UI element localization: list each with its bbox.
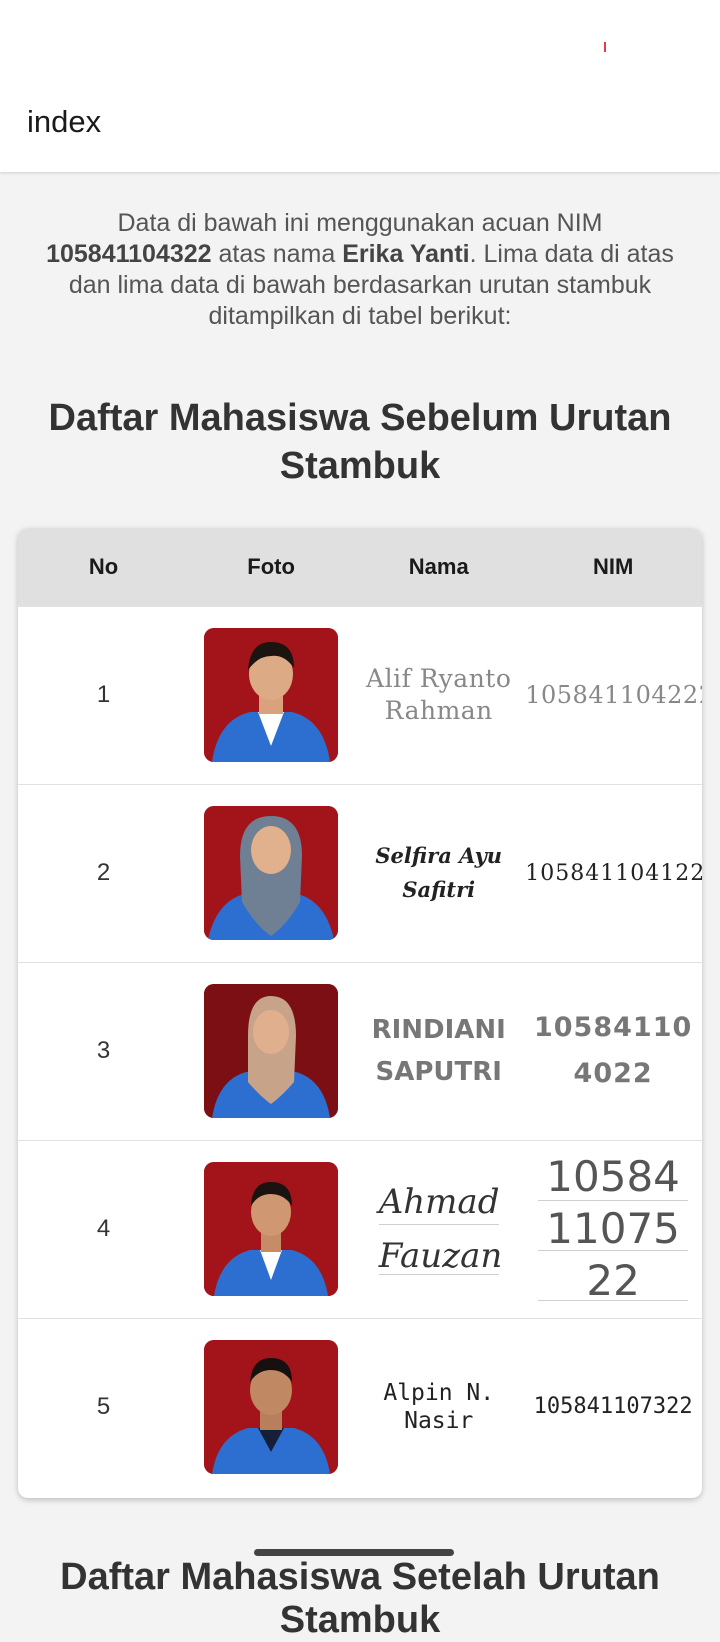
photo-cell: [189, 1140, 353, 1318]
student-nim: 105841107322: [533, 1394, 693, 1420]
intro-name: Erika Yanti: [342, 240, 470, 268]
section-title: Daftar Mahasiswa Sebelum Urutan Stambuk: [48, 397, 672, 487]
person-photo-icon: [204, 628, 339, 762]
student-name: Rindiani Saputri: [371, 1015, 506, 1087]
student-name: Ahmad Fauzan: [353, 1140, 524, 1318]
header-nim: NIM: [592, 553, 634, 579]
person-photo-icon: [204, 806, 339, 940]
student-name: Selfira Ayu Safitri: [375, 843, 503, 902]
intro-nim: 105841104322: [46, 240, 212, 268]
row-number: 1: [96, 681, 111, 708]
student-name: Alif Ryanto Rahman: [366, 664, 512, 725]
row-number: 2: [96, 859, 111, 886]
student-table: No Foto Nama NIM 1 Alif Ryanto Rahman 10…: [18, 528, 702, 1496]
intro-text-1: Data di bawah ini menggunakan acuan NIM: [117, 209, 603, 237]
next-section-title: Daftar Mahasiswa Setelah Urutan Stambuk: [60, 1556, 660, 1641]
row-number: 4: [96, 1215, 111, 1242]
home-indicator[interactable]: [254, 1549, 454, 1556]
app-bar: index: [0, 0, 720, 172]
photo-cell: [189, 784, 353, 962]
student-nim-text: 105841107522: [538, 1151, 689, 1307]
photo-cell: [189, 606, 353, 784]
row-number: 3: [96, 1037, 111, 1064]
person-photo-icon: [204, 984, 339, 1118]
table-row: 3 Rindiani Saputri 105841104022: [18, 962, 702, 1140]
table-row: 2 Selfira Ayu Safitri 105841104122: [18, 784, 702, 962]
student-name: Alpin N. Nasir: [383, 1380, 495, 1435]
intro-paragraph: Data di bawah ini menggunakan acuan NIM …: [40, 208, 680, 332]
header-foto: Foto: [247, 553, 295, 579]
header-no: No: [88, 553, 119, 579]
person-photo-icon: [204, 1162, 339, 1296]
student-nim: 105841107522: [524, 1140, 702, 1318]
photo-cell: [189, 1318, 353, 1496]
page-title: index: [27, 104, 102, 139]
status-indicator: [604, 42, 606, 52]
table-row: 5 Alpin N. Nasir 105841107322: [18, 1318, 702, 1496]
table-row: 1 Alif Ryanto Rahman 105841104222: [18, 606, 702, 784]
header-nama: Nama: [408, 553, 469, 579]
student-nim: 105841104122: [525, 860, 702, 886]
table-header-row: No Foto Nama NIM: [18, 528, 702, 606]
table-row: 4 Ahmad Fauzan 105841107522: [18, 1140, 702, 1318]
person-photo-icon: [204, 1340, 339, 1475]
student-nim: 105841104222: [525, 681, 702, 709]
student-nim: 105841104022: [533, 1012, 693, 1089]
intro-text-2: atas nama: [211, 240, 343, 268]
student-name-text: Ahmad Fauzan: [378, 1175, 502, 1283]
photo-cell: [189, 962, 353, 1140]
student-table-card: No Foto Nama NIM 1 Alif Ryanto Rahman 10…: [18, 528, 702, 1498]
row-number: 5: [96, 1393, 111, 1421]
